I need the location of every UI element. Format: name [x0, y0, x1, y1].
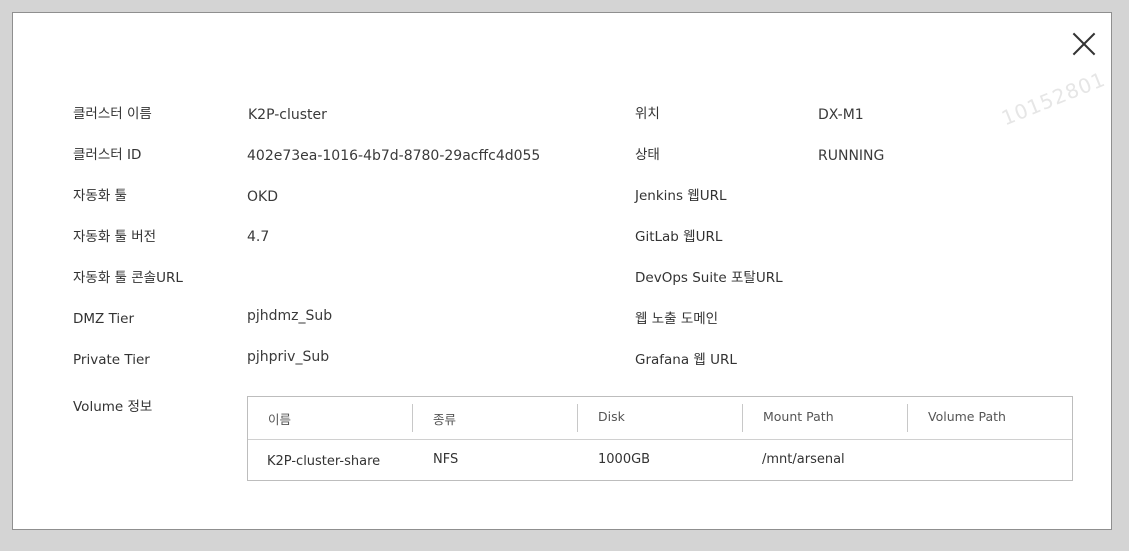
automation-tool-version-value: 4.7 — [247, 229, 270, 245]
column-header-name: 이름 — [268, 412, 292, 427]
watermark: 10152801 — [998, 66, 1109, 131]
private-tier-label: Private Tier — [73, 352, 150, 368]
dmz-tier-label: DMZ Tier — [73, 311, 135, 327]
dmz-tier-value: pjhdmz_Sub — [247, 308, 333, 324]
cluster-detail-modal: 10152801 클러스터 이름 K2P-cluster 클러스터 ID 402… — [12, 12, 1112, 530]
location-value: DX-M1 — [818, 107, 864, 123]
close-icon[interactable] — [1071, 31, 1097, 57]
volume-table-header: 이름 종류 Disk Mount Path Volume Path — [248, 397, 1072, 440]
location-label: 위치 — [635, 106, 660, 122]
cluster-name-label: 클러스터 이름 — [73, 106, 152, 122]
volume-mount-path-cell: /mnt/arsenal — [762, 452, 845, 467]
jenkins-url-label: Jenkins 웹URL — [635, 188, 727, 204]
column-divider — [412, 404, 413, 432]
status-value: RUNNING — [818, 148, 885, 164]
volume-name-cell: K2P-cluster-share — [267, 454, 381, 469]
automation-console-url-label: 자동화 툴 콘솔URL — [73, 270, 183, 286]
column-header-volume-path: Volume Path — [928, 409, 1006, 424]
volume-table: 이름 종류 Disk Mount Path Volume Path K2P-cl… — [247, 396, 1073, 481]
automation-tool-value: OKD — [247, 189, 278, 205]
column-header-type: 종류 — [433, 412, 457, 427]
private-tier-value: pjhpriv_Sub — [247, 349, 330, 365]
volume-disk-cell: 1000GB — [598, 452, 651, 467]
column-divider — [577, 404, 578, 432]
web-domain-label: 웹 노출 도메인 — [635, 311, 719, 327]
cluster-name-value: K2P-cluster — [248, 107, 327, 123]
cluster-id-value: 402e73ea-1016-4b7d-8780-29acffc4d055 — [247, 148, 541, 164]
column-header-disk: Disk — [598, 409, 625, 424]
cluster-id-label: 클러스터 ID — [73, 147, 142, 163]
column-header-mount-path: Mount Path — [763, 409, 834, 424]
volume-info-label: Volume 정보 — [73, 399, 153, 415]
column-divider — [907, 404, 908, 432]
devops-suite-url-label: DevOps Suite 포탈URL — [635, 270, 783, 286]
automation-tool-label: 자동화 툴 — [73, 188, 127, 204]
volume-type-cell: NFS — [433, 452, 459, 467]
column-divider — [742, 404, 743, 432]
gitlab-url-label: GitLab 웹URL — [635, 229, 723, 245]
automation-tool-version-label: 자동화 툴 버전 — [73, 229, 157, 245]
status-label: 상태 — [635, 147, 660, 163]
grafana-url-label: Grafana 웹 URL — [635, 352, 737, 368]
